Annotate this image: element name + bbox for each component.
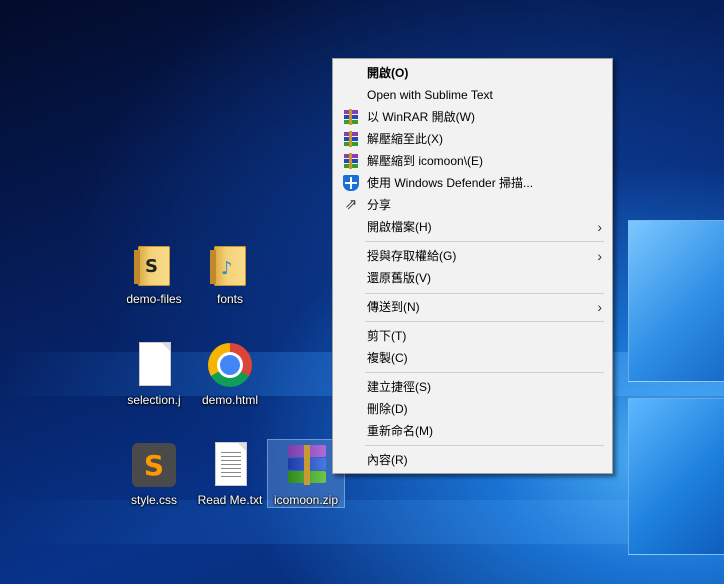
menu-item-send-to[interactable]: 傳送到(N) › xyxy=(335,296,610,318)
menu-item-restore-previous[interactable]: 還原舊版(V) xyxy=(335,267,610,289)
wallpaper-window-pane xyxy=(628,398,724,555)
menu-item-properties[interactable]: 內容(R) xyxy=(335,449,610,471)
menu-item-share[interactable]: ⇗ 分享 xyxy=(335,194,610,216)
menu-item-label: 開啟(O) xyxy=(367,66,409,80)
winrar-icon xyxy=(343,153,359,169)
menu-item-open-file[interactable]: 開啟檔案(H) › xyxy=(335,216,610,238)
desktop-icon-label: icomoon.zip xyxy=(273,493,339,507)
desktop-icon-fonts[interactable]: ♪ fonts xyxy=(192,240,268,307)
menu-item-give-access[interactable]: 授與存取權給(G) › xyxy=(335,245,610,267)
desktop-icon-label: fonts xyxy=(216,292,243,306)
menu-item-rename[interactable]: 重新命名(M) xyxy=(335,420,610,442)
menu-item-copy[interactable]: 複製(C) xyxy=(335,347,610,369)
folder-icon: ♪ xyxy=(206,240,254,288)
desktop-icon-label: selection.j xyxy=(127,393,181,407)
document-icon xyxy=(206,441,254,489)
menu-separator xyxy=(365,321,604,322)
menu-item-label: 還原舊版(V) xyxy=(367,271,431,285)
menu-item-delete[interactable]: 刪除(D) xyxy=(335,398,610,420)
menu-item-create-shortcut[interactable]: 建立捷徑(S) xyxy=(335,376,610,398)
menu-separator xyxy=(365,372,604,373)
menu-item-extract-to-folder[interactable]: 解壓縮到 icomoon\(E) xyxy=(335,150,610,172)
desktop-icon-selection-json[interactable]: selection.j xyxy=(116,341,192,408)
menu-item-label: 複製(C) xyxy=(367,351,408,365)
share-icon: ⇗ xyxy=(344,196,358,213)
menu-item-open-with-sublime[interactable]: Open with Sublime Text xyxy=(335,84,610,106)
desktop-icon-label: Read Me.txt xyxy=(197,493,263,507)
menu-item-extract-here[interactable]: 解壓縮至此(X) xyxy=(335,128,610,150)
sublime-text-icon: S xyxy=(130,441,178,489)
desktop-icon-demo-html[interactable]: demo.html xyxy=(192,341,268,408)
chevron-right-icon: › xyxy=(597,219,602,235)
winrar-icon xyxy=(343,131,359,147)
desktop-icon-style-css[interactable]: S style.css xyxy=(116,441,192,508)
menu-item-label: 開啟檔案(H) xyxy=(367,220,432,234)
document-icon xyxy=(130,341,178,389)
chevron-right-icon: › xyxy=(597,248,602,264)
menu-item-open-with-winrar[interactable]: 以 WinRAR 開啟(W) xyxy=(335,106,610,128)
menu-item-label: Open with Sublime Text xyxy=(367,88,493,102)
menu-separator xyxy=(365,445,604,446)
desktop-icon-label: demo-files xyxy=(126,292,182,306)
menu-item-label: 內容(R) xyxy=(367,453,408,467)
wallpaper-window-pane xyxy=(628,220,724,382)
menu-item-label: 分享 xyxy=(367,198,392,212)
menu-item-open[interactable]: 開啟(O) xyxy=(335,62,610,84)
windows-defender-icon xyxy=(343,175,359,191)
winrar-icon xyxy=(343,109,359,125)
desktop-icon-label: style.css xyxy=(130,493,177,507)
wallpaper-light-beam xyxy=(0,500,724,544)
chrome-icon xyxy=(206,341,254,389)
context-menu: 開啟(O) Open with Sublime Text 以 WinRAR 開啟… xyxy=(332,58,613,474)
menu-separator xyxy=(365,293,604,294)
menu-item-label: 使用 Windows Defender 掃描... xyxy=(367,176,534,190)
menu-item-label: 重新命名(M) xyxy=(367,424,433,438)
menu-item-label: 授與存取權給(G) xyxy=(367,249,457,263)
menu-item-label: 建立捷徑(S) xyxy=(367,380,431,394)
desktop-icon-label: demo.html xyxy=(201,393,259,407)
menu-item-cut[interactable]: 剪下(T) xyxy=(335,325,610,347)
menu-item-label: 剪下(T) xyxy=(367,329,407,343)
menu-separator xyxy=(365,241,604,242)
desktop-icon-demo-files[interactable]: S demo-files xyxy=(116,240,192,307)
menu-item-label: 傳送到(N) xyxy=(367,300,420,314)
chevron-right-icon: › xyxy=(597,299,602,315)
folder-icon: S xyxy=(130,240,178,288)
winrar-archive-icon xyxy=(282,441,330,489)
menu-item-label: 解壓縮到 icomoon\(E) xyxy=(367,154,484,168)
menu-item-scan-defender[interactable]: 使用 Windows Defender 掃描... xyxy=(335,172,610,194)
desktop-icon-read-me[interactable]: Read Me.txt xyxy=(192,441,268,508)
menu-item-label: 刪除(D) xyxy=(367,402,408,416)
menu-item-label: 以 WinRAR 開啟(W) xyxy=(367,110,475,124)
menu-item-label: 解壓縮至此(X) xyxy=(367,132,443,146)
